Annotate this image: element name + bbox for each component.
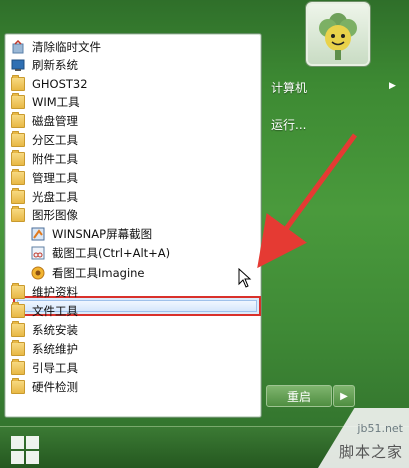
folder-icon — [11, 321, 25, 337]
menu-item-winsnap[interactable]: WINSNAP屏幕截图 — [31, 225, 152, 243]
menu-item-cleanup[interactable]: 清除临时文件 — [11, 38, 101, 56]
folder-icon — [11, 112, 25, 128]
menu-item-hardware-detect[interactable]: 硬件检测 — [11, 378, 78, 396]
desktop: 清除临时文件 刷新系统 GHOST32 WIM工具 磁盘管理 分区工具 附件工具 — [0, 0, 409, 468]
run-link[interactable]: 运行... — [271, 116, 306, 133]
watermark-site: jb51.net — [357, 422, 403, 435]
menu-item-label: 附件工具 — [32, 152, 78, 166]
mouse-cursor-icon — [238, 268, 252, 288]
menu-item-label: 图形图像 — [32, 208, 78, 222]
menu-item-label: 看图工具Imagine — [52, 266, 145, 280]
run-label: 运行... — [271, 118, 307, 132]
menu-item-disk-management[interactable]: 磁盘管理 — [11, 112, 78, 130]
menu-item-label: 分区工具 — [32, 133, 78, 147]
menu-item-label: 文件工具 — [32, 304, 78, 318]
folder-icon — [11, 131, 25, 147]
watermark-name: 脚本之家 — [338, 443, 403, 461]
menu-item-label: WINSNAP屏幕截图 — [52, 227, 153, 241]
cleanup-icon — [11, 39, 25, 54]
menu-item-label: 引导工具 — [32, 361, 78, 375]
menu-item-accessory-tools[interactable]: 附件工具 — [11, 150, 78, 168]
folder-icon — [11, 302, 25, 318]
menu-item-label: 截图工具(Ctrl+Alt+A) — [52, 246, 171, 260]
menu-item-admin-tools[interactable]: 管理工具 — [11, 169, 78, 187]
refresh-system-icon — [11, 58, 25, 72]
folder-icon — [11, 150, 25, 166]
menu-item-system-install[interactable]: 系统安装 — [11, 321, 78, 339]
menu-item-partition-tools[interactable]: 分区工具 — [11, 131, 78, 149]
snipping-tool-icon — [31, 246, 45, 260]
folder-icon — [11, 75, 25, 91]
menu-item-graphics[interactable]: 图形图像 — [11, 206, 78, 224]
menu-item-imagine[interactable]: 看图工具Imagine — [31, 264, 145, 282]
restart-label: 重启 — [286, 389, 311, 404]
winsnap-icon — [31, 227, 45, 241]
folder-icon — [11, 206, 25, 222]
folder-icon — [11, 359, 25, 375]
menu-item-disc-tools[interactable]: 光盘工具 — [11, 188, 78, 206]
computer-label: 计算机 — [271, 81, 308, 95]
programs-list: 清除临时文件 刷新系统 GHOST32 WIM工具 磁盘管理 分区工具 附件工具 — [4, 33, 262, 418]
folder-icon — [11, 283, 25, 299]
menu-item-label: GHOST32 — [32, 77, 88, 91]
imagine-icon — [31, 266, 45, 280]
folder-icon — [11, 93, 25, 109]
menu-item-label: 硬件检测 — [32, 380, 78, 394]
menu-item-snipping-tool[interactable]: 截图工具(Ctrl+Alt+A) — [31, 244, 170, 262]
menu-item-ghost32[interactable]: GHOST32 — [11, 75, 88, 93]
menu-item-label: 系统安装 — [32, 323, 78, 337]
menu-item-label: 清除临时文件 — [32, 40, 101, 54]
flower-avatar-icon — [319, 13, 357, 60]
chevron-right-icon: ▶ — [389, 81, 396, 91]
menu-item-label: WIM工具 — [32, 95, 80, 109]
menu-item-system-maintenance[interactable]: 系统维护 — [11, 340, 78, 358]
menu-item-label: 维护资料 — [32, 285, 78, 299]
windows-logo-icon — [11, 436, 24, 449]
start-button[interactable] — [10, 433, 40, 464]
menu-item-refresh-system[interactable]: 刷新系统 — [11, 56, 78, 74]
menu-item-wim-tools[interactable]: WIM工具 — [11, 93, 80, 111]
restart-options-button[interactable]: ▶ — [333, 385, 355, 407]
menu-item-label: 管理工具 — [32, 171, 78, 185]
folder-icon — [11, 378, 25, 394]
restart-button[interactable]: 重启 — [266, 385, 332, 407]
folder-icon — [11, 169, 25, 185]
watermark: jb51.net 脚本之家 — [318, 408, 409, 468]
menu-item-label: 光盘工具 — [32, 190, 78, 204]
folder-icon — [11, 340, 25, 356]
menu-item-boot-tools[interactable]: 引导工具 — [11, 359, 78, 377]
folder-icon — [11, 188, 25, 204]
menu-item-label: 刷新系统 — [32, 58, 78, 72]
menu-item-file-tools[interactable]: 文件工具 — [11, 302, 78, 320]
menu-item-label: 系统维护 — [32, 342, 78, 356]
user-avatar[interactable] — [306, 2, 370, 66]
chevron-right-icon: ▶ — [340, 390, 348, 402]
menu-item-label: 磁盘管理 — [32, 114, 78, 128]
computer-link[interactable]: 计算机 — [271, 79, 307, 96]
menu-item-maintenance-docs[interactable]: 维护资料 — [11, 283, 78, 301]
